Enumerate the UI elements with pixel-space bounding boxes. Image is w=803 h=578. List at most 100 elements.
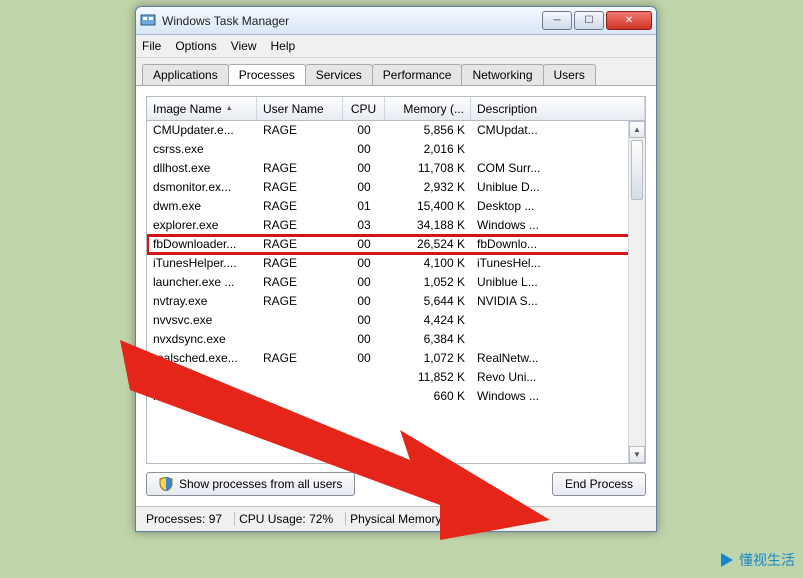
window-title: Windows Task Manager [162,14,542,28]
shield-icon [159,477,173,491]
scroll-down-button[interactable]: ▼ [629,446,645,463]
menu-file[interactable]: File [142,39,161,53]
cell-user: RAGE [257,351,343,365]
table-row[interactable]: launcher.exe ...RAGE001,052 KUniblue L..… [147,273,645,292]
tab-performance[interactable]: Performance [372,64,463,85]
cell-image: rundll32.exe [147,389,257,403]
scroll-up-button[interactable]: ▲ [629,121,645,138]
cell-cpu: 00 [343,275,385,289]
cell-memory: 2,932 K [385,180,471,194]
cell-image: nvxdsync.exe [147,332,257,346]
table-row[interactable]: iTunesHelper....RAGE004,100 KiTunesHel..… [147,254,645,273]
process-grid: Image Name User Name CPU Memory (... Des… [146,96,646,464]
cell-memory: 34,188 K [385,218,471,232]
scroll-thumb[interactable] [631,140,643,200]
cell-image: Revo [147,370,257,384]
table-row[interactable]: csrss.exe002,016 K [147,140,645,159]
cell-memory: 11,852 K [385,370,471,384]
minimize-button[interactable]: ─ [542,11,572,30]
table-row[interactable]: dllhost.exeRAGE0011,708 KCOM Surr... [147,159,645,178]
cell-image: realsched.exe... [147,351,257,365]
table-row[interactable]: fbDownloader...RAGE0026,524 KfbDownlo... [147,235,645,254]
cell-memory: 660 K [385,389,471,403]
col-memory[interactable]: Memory (... [385,97,471,120]
cell-memory: 5,644 K [385,294,471,308]
show-all-label: Show processes from all users [179,477,342,491]
menu-help[interactable]: Help [271,39,296,53]
titlebar[interactable]: Windows Task Manager ─ ☐ ✕ [136,7,656,35]
cell-image: csrss.exe [147,142,257,156]
tab-applications[interactable]: Applications [142,64,229,85]
cell-memory: 26,524 K [385,237,471,251]
cell-user: RAGE [257,237,343,251]
processes-panel: Image Name User Name CPU Memory (... Des… [136,86,656,506]
cell-description: Windows ... [471,218,645,232]
cell-user: RAGE [257,218,343,232]
maximize-button[interactable]: ☐ [574,11,604,30]
cell-user: RAGE [257,161,343,175]
cell-memory: 6,384 K [385,332,471,346]
menu-view[interactable]: View [231,39,257,53]
cell-image: nvvsvc.exe [147,313,257,327]
menubar: File Options View Help [136,35,656,58]
tab-users[interactable]: Users [543,64,596,85]
cell-memory: 1,072 K [385,351,471,365]
col-description[interactable]: Description [471,97,645,120]
watermark: 懂视生活 [717,550,795,570]
table-row[interactable]: realsched.exe...RAGE001,072 KRealNetw... [147,349,645,368]
cell-memory: 4,100 K [385,256,471,270]
cell-image: fbDownloader... [147,237,257,251]
show-all-processes-button[interactable]: Show processes from all users [146,472,355,496]
cell-image: nvtray.exe [147,294,257,308]
table-row[interactable]: explorer.exeRAGE0334,188 KWindows ... [147,216,645,235]
table-row[interactable]: nvvsvc.exe004,424 K [147,311,645,330]
table-row[interactable]: dsmonitor.ex...RAGE002,932 KUniblue D... [147,178,645,197]
cell-description: iTunesHel... [471,256,645,270]
cell-image: launcher.exe ... [147,275,257,289]
cell-image: dllhost.exe [147,161,257,175]
cell-cpu: 00 [343,161,385,175]
table-row[interactable]: nvtray.exeRAGE005,644 KNVIDIA S... [147,292,645,311]
cell-cpu: 01 [343,199,385,213]
col-user-name[interactable]: User Name [257,97,343,120]
cell-description: Revo Uni... [471,370,645,384]
app-icon [140,13,156,29]
table-row[interactable]: rundll32.exe660 KWindows ... [147,387,645,406]
cell-user: RAGE [257,294,343,308]
cell-cpu: 00 [343,332,385,346]
close-button[interactable]: ✕ [606,11,652,30]
col-image-name[interactable]: Image Name [147,97,257,120]
tab-processes[interactable]: Processes [228,64,306,85]
cell-cpu: 00 [343,294,385,308]
cell-description: COM Surr... [471,161,645,175]
cell-user: RAGE [257,275,343,289]
cell-memory: 5,856 K [385,123,471,137]
cell-cpu: 00 [343,123,385,137]
watermark-icon [717,551,735,569]
cell-user: RAGE [257,123,343,137]
table-row[interactable]: nvxdsync.exe 006,384 K [147,330,645,349]
cell-memory: 4,424 K [385,313,471,327]
status-memory: Physical Memory: 60% [346,512,484,526]
cell-image: CMUpdater.e... [147,123,257,137]
cell-description: Desktop ... [471,199,645,213]
vertical-scrollbar[interactable]: ▲ ▼ [628,121,645,463]
grid-body[interactable]: CMUpdater.e...RAGE005,856 KCMUpdat...csr… [147,121,645,463]
col-cpu[interactable]: CPU [343,97,385,120]
table-row[interactable]: CMUpdater.e...RAGE005,856 KCMUpdat... [147,121,645,140]
cell-description: Uniblue D... [471,180,645,194]
menu-options[interactable]: Options [175,39,216,53]
cell-memory: 15,400 K [385,199,471,213]
end-process-button[interactable]: End Process [552,472,646,496]
tab-networking[interactable]: Networking [461,64,543,85]
tab-services[interactable]: Services [305,64,373,85]
cell-image: dwm.exe [147,199,257,213]
cell-memory: 1,052 K [385,275,471,289]
table-row[interactable]: Revo 11,852 KRevo Uni... [147,368,645,387]
cell-user: RAGE [257,180,343,194]
task-manager-window: Windows Task Manager ─ ☐ ✕ File Options … [135,6,657,532]
cell-image: dsmonitor.ex... [147,180,257,194]
cell-description: RealNetw... [471,351,645,365]
table-row[interactable]: dwm.exeRAGE0115,400 KDesktop ... [147,197,645,216]
cell-cpu: 00 [343,180,385,194]
